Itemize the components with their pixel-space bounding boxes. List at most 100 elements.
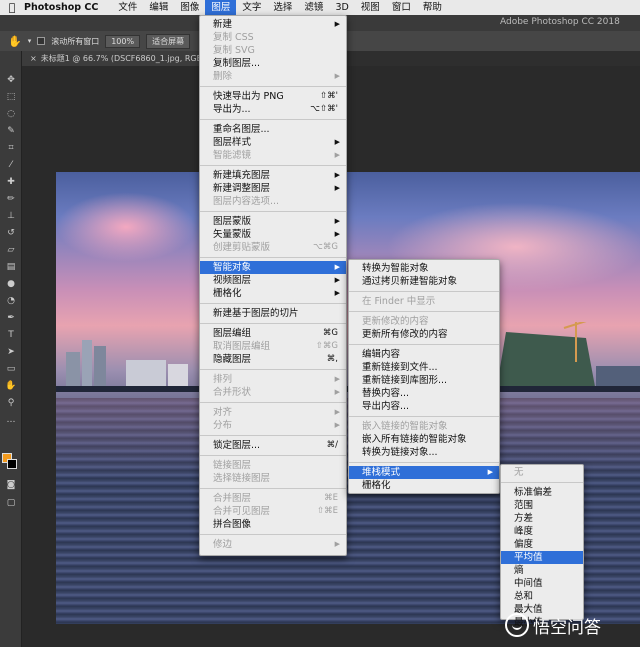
layer-menu-item-label: 图层内容选项...: [213, 196, 280, 207]
more-tools-icon[interactable]: …: [0, 411, 22, 428]
layer-menu-item: 选择链接图层: [200, 472, 346, 485]
tools-panel: ✥ ⬚ ◌ ✎ ⌗ ⁄ ✚ ✏ ⊥ ↺ ▱ ▤ ● ◔ ✒ T ➤ ▭ ✋ ⚲ …: [0, 51, 22, 647]
app-menu-photoshop[interactable]: Photoshop CC: [24, 2, 98, 13]
eyedropper-tool-icon[interactable]: ⁄: [0, 156, 22, 173]
lasso-tool-icon[interactable]: ◌: [0, 105, 22, 122]
smart-object-menu-item[interactable]: 栅格化: [349, 479, 499, 492]
smart-object-menu-item[interactable]: 转换为智能对象: [349, 262, 499, 275]
layer-menu-item[interactable]: 导出为... ⌥⇧⌘': [200, 103, 346, 116]
layer-menu-item[interactable]: 复制图层...: [200, 57, 346, 70]
screen-mode-icon[interactable]: ▢: [0, 494, 22, 511]
stack-mode-menu-item[interactable]: 熵: [501, 564, 583, 577]
hand-tool-icon[interactable]: ✋: [8, 35, 22, 48]
menu-view[interactable]: 视图: [355, 0, 386, 15]
quick-select-tool-icon[interactable]: ✎: [0, 122, 22, 139]
smart-object-menu-item[interactable]: 堆栈模式 ▶: [349, 466, 499, 479]
layer-menu-item-label: 隐藏图层: [213, 354, 252, 365]
layer-menu-item[interactable]: 重命名图层...: [200, 123, 346, 136]
menu-type[interactable]: 文字: [236, 0, 267, 15]
layer-menu-item[interactable]: 栅格化 ▶: [200, 287, 346, 300]
smart-object-menu-item[interactable]: 转换为链接对象...: [349, 446, 499, 459]
zoom-100-button[interactable]: 100%: [105, 34, 141, 48]
stack-mode-menu-item[interactable]: 平均值: [501, 551, 583, 564]
layer-menu-item-label: 新建填充图层: [213, 170, 271, 181]
layer-menu-item: 修边 ▶: [200, 538, 346, 551]
smart-object-menu-item[interactable]: 编辑内容: [349, 348, 499, 361]
layer-menu-item: 智能滤镜 ▶: [200, 149, 346, 162]
stack-mode-menu-item[interactable]: 偏度: [501, 538, 583, 551]
shape-tool-icon[interactable]: ▭: [0, 360, 22, 377]
layer-menu-item[interactable]: 锁定图层... ⌘/: [200, 439, 346, 452]
history-brush-tool-icon[interactable]: ↺: [0, 224, 22, 241]
layer-menu-item-shortcut: ⇧⌘E: [317, 506, 338, 516]
path-select-tool-icon[interactable]: ➤: [0, 343, 22, 360]
healing-brush-tool-icon[interactable]: ✚: [0, 173, 22, 190]
brush-tool-icon[interactable]: ✏: [0, 190, 22, 207]
menu-select[interactable]: 选择: [267, 0, 298, 15]
smart-object-menu-item[interactable]: 重新链接到库图形...: [349, 374, 499, 387]
menu-filter[interactable]: 滤镜: [298, 0, 329, 15]
layer-menu-item-label: 创建剪贴蒙版: [213, 242, 271, 253]
stack-mode-menu-item[interactable]: 方差: [501, 512, 583, 525]
layer-menu-item: 复制 CSS: [200, 31, 346, 44]
move-tool-icon[interactable]: ✥: [0, 71, 22, 88]
layer-menu-item-label: 合并可见图层: [213, 506, 271, 517]
layer-menu-item[interactable]: 新建 ▶: [200, 18, 346, 31]
gradient-tool-icon[interactable]: ▤: [0, 258, 22, 275]
hand-tool-icon[interactable]: ✋: [0, 377, 22, 394]
layer-menu-item[interactable]: 视频图层 ▶: [200, 274, 346, 287]
menu-image[interactable]: 图像: [174, 0, 205, 15]
crop-tool-icon[interactable]: ⌗: [0, 139, 22, 156]
eraser-tool-icon[interactable]: ▱: [0, 241, 22, 258]
marquee-tool-icon[interactable]: ⬚: [0, 88, 22, 105]
apple-icon[interactable]: : [0, 1, 24, 14]
background-color-swatch[interactable]: [7, 459, 17, 469]
smart-object-menu-item-label: 转换为智能对象: [362, 263, 429, 274]
layer-menu-item[interactable]: 矢量蒙版 ▶: [200, 228, 346, 241]
smart-object-menu-item[interactable]: 通过拷贝新建智能对象: [349, 275, 499, 288]
quick-mask-icon[interactable]: ◙: [0, 476, 22, 493]
scroll-all-windows-checkbox[interactable]: [37, 37, 46, 45]
stack-mode-menu-item[interactable]: 中间值: [501, 577, 583, 590]
menu-window[interactable]: 窗口: [386, 0, 417, 15]
tool-preset-chevron-icon[interactable]: ▾: [28, 37, 32, 45]
layer-menu-item[interactable]: 图层样式 ▶: [200, 136, 346, 149]
blur-tool-icon[interactable]: ●: [0, 275, 22, 292]
zoom-tool-icon[interactable]: ⚲: [0, 394, 22, 411]
scroll-all-windows-label: 滚动所有窗口: [51, 36, 100, 46]
smart-object-menu-item-label: 栅格化: [362, 480, 391, 491]
layer-menu-item: 链接图层: [200, 459, 346, 472]
layer-menu-item[interactable]: 新建调整图层 ▶: [200, 182, 346, 195]
layer-menu-item[interactable]: 拼合图像: [200, 518, 346, 531]
layer-menu-item[interactable]: 图层蒙版 ▶: [200, 215, 346, 228]
smart-object-menu-item[interactable]: 导出内容...: [349, 400, 499, 413]
layer-menu-item[interactable]: 图层编组 ⌘G: [200, 327, 346, 340]
layer-menu-item[interactable]: 新建填充图层 ▶: [200, 169, 346, 182]
layer-menu-item[interactable]: 新建基于图层的切片: [200, 307, 346, 320]
stack-mode-menu-item[interactable]: 峰度: [501, 525, 583, 538]
menu-file[interactable]: 文件: [112, 0, 143, 15]
close-icon[interactable]: ×: [30, 54, 37, 63]
stack-mode-menu-item[interactable]: 范围: [501, 499, 583, 512]
smart-object-menu-item[interactable]: 替换内容...: [349, 387, 499, 400]
layer-menu-item-label: 排列: [213, 374, 233, 385]
layer-menu-item[interactable]: 智能对象 ▶: [200, 261, 346, 274]
stack-mode-menu-item[interactable]: 总和: [501, 590, 583, 603]
menu-layer[interactable]: 图层: [205, 0, 237, 15]
stack-mode-menu-item: 无: [501, 466, 583, 479]
stamp-tool-icon[interactable]: ⊥: [0, 207, 22, 224]
menu-edit[interactable]: 编辑: [143, 0, 174, 15]
menu-3d[interactable]: 3D: [329, 0, 354, 15]
pen-tool-icon[interactable]: ✒: [0, 309, 22, 326]
stack-mode-menu-item[interactable]: 标准偏差: [501, 486, 583, 499]
layer-menu-item[interactable]: 隐藏图层 ⌘,: [200, 353, 346, 366]
smart-object-menu-item[interactable]: 更新所有修改的内容: [349, 328, 499, 341]
document-tab[interactable]: × 未标题1 @ 66.7% (DSCF6860_1.jpg, RGB/: [22, 51, 202, 66]
dodge-tool-icon[interactable]: ◔: [0, 292, 22, 309]
smart-object-menu-item[interactable]: 嵌入所有链接的智能对象: [349, 433, 499, 446]
fit-screen-button[interactable]: 适合屏幕: [146, 33, 191, 49]
layer-menu-item[interactable]: 快速导出为 PNG ⇧⌘': [200, 90, 346, 103]
menu-help[interactable]: 帮助: [417, 0, 448, 15]
smart-object-menu-item[interactable]: 重新链接到文件...: [349, 361, 499, 374]
type-tool-icon[interactable]: T: [0, 326, 22, 343]
